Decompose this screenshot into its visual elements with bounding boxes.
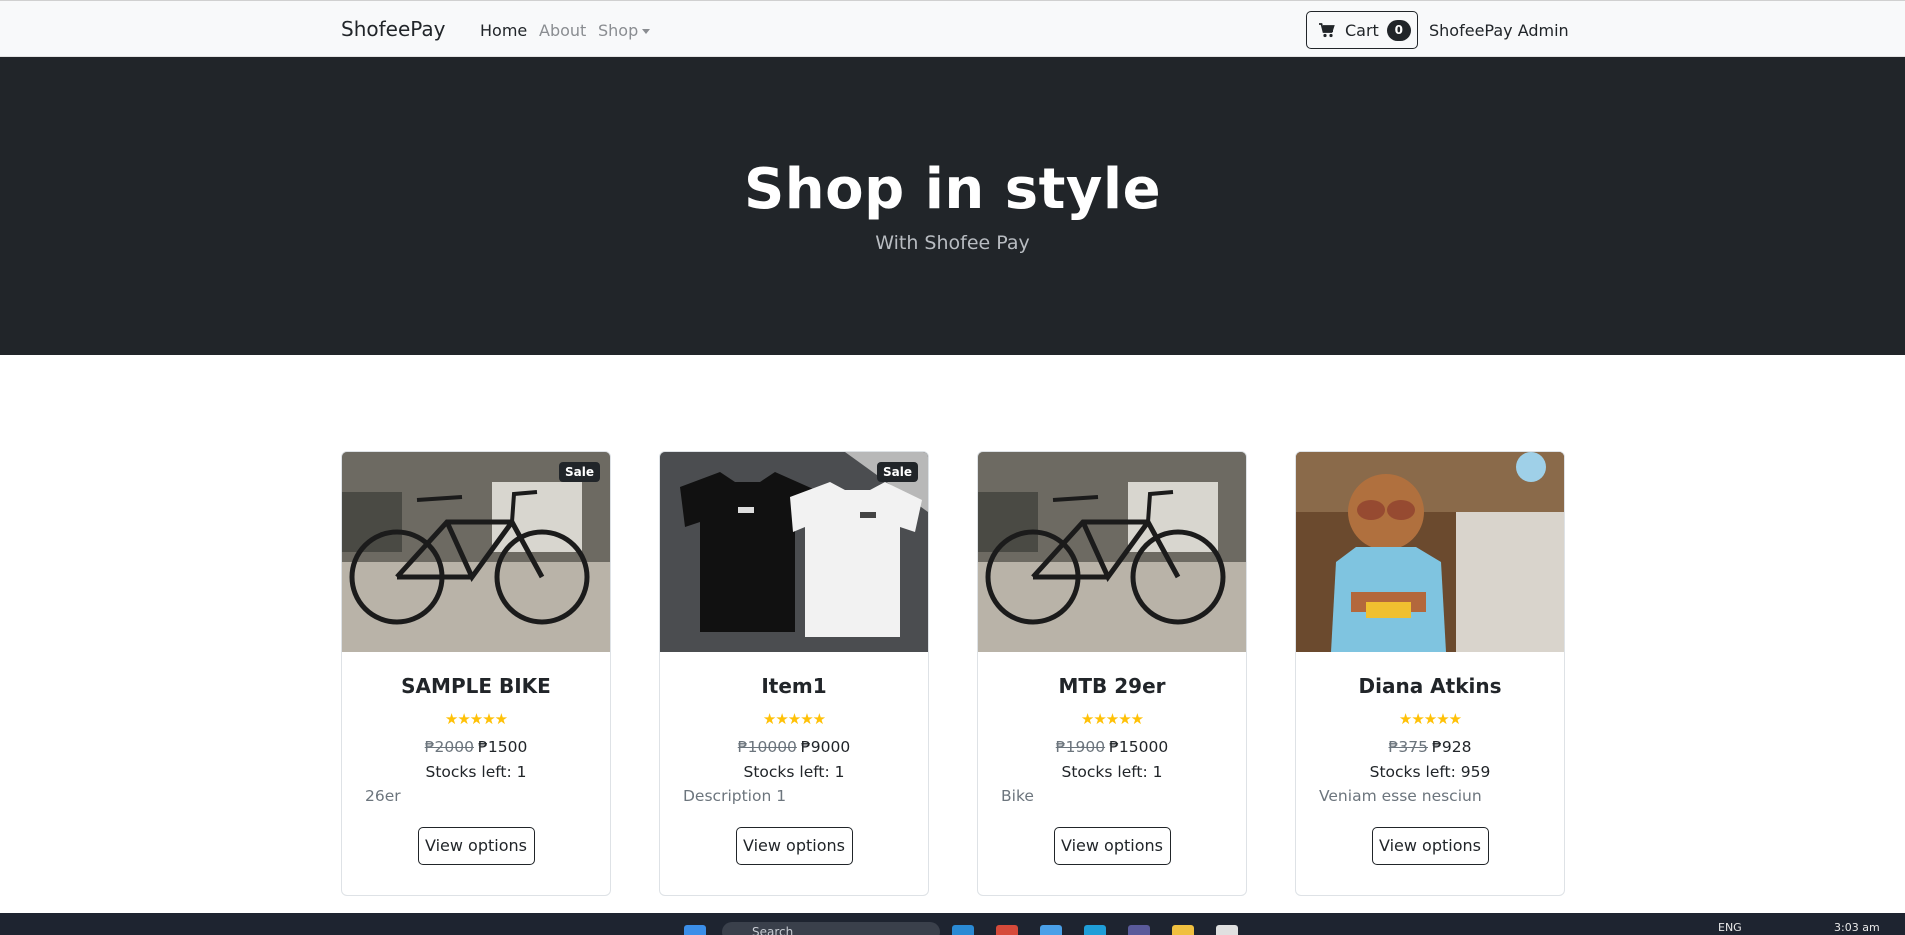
product-description: Veniam esse nesciun bbox=[1319, 787, 1482, 805]
sale-price: ₱9000 bbox=[800, 738, 851, 756]
app-icon[interactable] bbox=[1128, 925, 1150, 935]
stock-count: Stocks left: 1 bbox=[1061, 763, 1163, 781]
sale-price: ₱15000 bbox=[1109, 738, 1169, 756]
product-image[interactable] bbox=[978, 452, 1246, 652]
bicycle-photo bbox=[978, 452, 1246, 652]
nav-shop-label: Shop bbox=[598, 21, 639, 40]
star-rating: ★★★★★ bbox=[444, 710, 508, 728]
cart-count-badge: 0 bbox=[1386, 19, 1411, 41]
product-description: Description 1 bbox=[683, 787, 787, 805]
sale-price: ₱928 bbox=[1432, 738, 1472, 756]
hero-banner: Shop in style With Shofee Pay bbox=[0, 57, 1905, 355]
nav-home[interactable]: Home bbox=[480, 21, 527, 40]
bicycle-photo bbox=[342, 452, 610, 652]
edge-icon[interactable] bbox=[1084, 925, 1106, 935]
original-price: ₱375 bbox=[1388, 738, 1428, 756]
product-title: SAMPLE BIKE bbox=[401, 674, 551, 698]
stock-count: Stocks left: 1 bbox=[425, 763, 527, 781]
view-options-button[interactable]: View options bbox=[417, 827, 535, 865]
product-image[interactable]: Sale bbox=[342, 452, 610, 652]
product-image[interactable] bbox=[1296, 452, 1564, 652]
product-price: ₱1900 ₱15000 bbox=[978, 738, 1246, 756]
product-price: ₱10000 ₱9000 bbox=[660, 738, 928, 756]
taskbar-search[interactable]: Search bbox=[722, 922, 940, 935]
stock-count: Stocks left: 1 bbox=[743, 763, 845, 781]
sale-badge: Sale bbox=[877, 462, 918, 482]
os-taskbar: Search ENG 3:03 am bbox=[0, 913, 1905, 935]
clock[interactable]: 3:03 am bbox=[1834, 921, 1880, 934]
top-navbar: ShofeePay Home About Shop Cart 0 ShofeeP… bbox=[0, 0, 1905, 57]
product-card: Diana Atkins ★★★★★ ₱375 ₱928 Stocks left:… bbox=[1295, 451, 1565, 896]
language-indicator[interactable]: ENG bbox=[1718, 921, 1742, 934]
product-card: Sale SAMPLE BIKE ★★★★★ ₱2000 ₱1500 Stocks… bbox=[341, 451, 611, 896]
product-description: Bike bbox=[1001, 787, 1034, 805]
nav-about[interactable]: About bbox=[539, 21, 586, 40]
nav-shop-dropdown[interactable]: Shop bbox=[598, 21, 651, 40]
product-image[interactable]: Sale bbox=[660, 452, 928, 652]
sale-badge: Sale bbox=[559, 462, 600, 482]
notepad-icon[interactable] bbox=[1040, 925, 1062, 935]
original-price: ₱1900 bbox=[1055, 738, 1106, 756]
view-options-button[interactable]: View options bbox=[1053, 827, 1171, 865]
star-rating: ★★★★★ bbox=[1080, 710, 1144, 728]
product-title: Diana Atkins bbox=[1358, 674, 1502, 698]
chrome-icon[interactable] bbox=[996, 925, 1018, 935]
folder-icon[interactable] bbox=[1172, 925, 1194, 935]
view-options-button[interactable]: View options bbox=[735, 827, 853, 865]
user-menu[interactable]: ShofeePay Admin bbox=[1429, 21, 1569, 40]
original-price: ₱10000 bbox=[737, 738, 797, 756]
product-price: ₱375 ₱928 bbox=[1296, 738, 1564, 756]
product-card: MTB 29er ★★★★★ ₱1900 ₱15000 Stocks left: … bbox=[977, 451, 1247, 896]
cart-button[interactable]: Cart 0 bbox=[1306, 11, 1418, 49]
start-icon[interactable] bbox=[684, 925, 706, 935]
cart-label: Cart bbox=[1345, 20, 1379, 40]
product-title: MTB 29er bbox=[1058, 674, 1166, 698]
cart-icon bbox=[1319, 22, 1335, 37]
original-price: ₱2000 bbox=[424, 738, 474, 756]
star-rating: ★★★★★ bbox=[1398, 710, 1462, 728]
hero-title: Shop in style bbox=[743, 157, 1162, 222]
calendar-icon[interactable] bbox=[1216, 925, 1238, 935]
sale-price: ₱1500 bbox=[478, 738, 528, 756]
product-price: ₱2000 ₱1500 bbox=[342, 738, 610, 756]
taskbar-search-label: Search bbox=[752, 925, 794, 935]
view-options-button[interactable]: View options bbox=[1371, 827, 1489, 865]
tshirts-photo bbox=[660, 452, 928, 652]
child-photo bbox=[1296, 452, 1564, 652]
product-title: Item1 bbox=[761, 674, 827, 698]
hero-subtitle: With Shofee Pay bbox=[875, 232, 1030, 254]
star-rating: ★★★★★ bbox=[762, 710, 826, 728]
product-card: Sale Item1 ★★★★★ ₱10000 ₱9000 Stocks left… bbox=[659, 451, 929, 896]
chevron-down-icon bbox=[642, 29, 651, 34]
brand-logo[interactable]: ShofeePay bbox=[341, 17, 446, 41]
stock-count: Stocks left: 959 bbox=[1369, 763, 1491, 781]
product-description: 26er bbox=[365, 787, 401, 805]
vscode-icon[interactable] bbox=[952, 925, 974, 935]
